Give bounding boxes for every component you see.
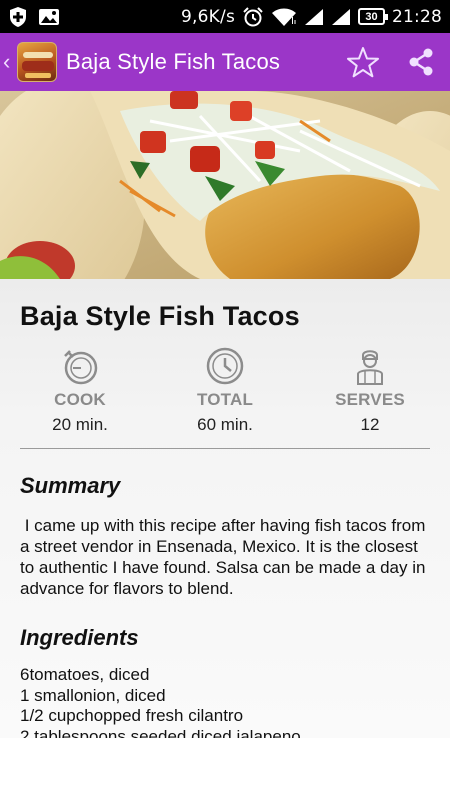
signal-icon-1 <box>304 8 324 26</box>
stat-label: TOTAL <box>196 390 254 409</box>
clock-time: 21:28 <box>392 6 442 27</box>
recipe-photo <box>0 91 450 279</box>
recipe-stats: COOK 20 min. TOTAL 60 min. SERVES 12 <box>20 346 430 446</box>
wifi-icon <box>271 7 297 27</box>
list-item: 1/2 cupchopped fresh cilantro <box>20 706 244 725</box>
person-icon <box>353 346 387 386</box>
list-item: 1 smallonion, diced <box>20 685 166 705</box>
ingredients-heading: Ingredients <box>20 625 139 650</box>
stat-total: TOTAL 60 min. <box>165 346 285 446</box>
clock-icon <box>205 346 245 386</box>
battery-icon: 30 <box>358 8 388 25</box>
ingredient-list: 6tomatoes, diced 1 smallonion, diced 1/2… <box>20 665 430 738</box>
network-speed: 9,6K/s <box>181 6 235 27</box>
share-icon <box>409 48 433 76</box>
stat-value: 60 min. <box>197 415 253 434</box>
list-item: 2 tablespoons seeded diced jalapeno <box>20 726 301 739</box>
alarm-icon <box>242 6 264 28</box>
stat-label: SERVES <box>335 390 405 409</box>
back-chevron-icon[interactable]: ‹ <box>3 51 15 73</box>
star-icon <box>347 47 379 78</box>
shield-plus-icon <box>8 6 28 28</box>
signal-icon-2 <box>331 8 351 26</box>
stat-cook: COOK 20 min. <box>20 346 140 446</box>
summary-text: I came up with this recipe after having … <box>20 516 431 598</box>
battery-level: 30 <box>365 10 378 23</box>
share-button[interactable] <box>392 33 450 91</box>
status-bar: 9,6K/s 30 21:28 <box>0 0 450 33</box>
list-item: 6tomatoes, diced <box>20 665 150 684</box>
stat-value: 20 min. <box>52 415 108 434</box>
stat-label: COOK <box>54 390 106 409</box>
recipe-content[interactable]: Baja Style Fish Tacos COOK 20 min. TOTAL… <box>0 279 450 738</box>
stat-value: 12 <box>360 415 380 434</box>
stat-serves: SERVES 12 <box>310 346 430 446</box>
stopwatch-icon <box>60 346 100 386</box>
summary-heading: Summary <box>20 473 121 498</box>
favorite-button[interactable] <box>334 33 392 91</box>
action-bar: ‹ Baja Style Fish Tacos <box>0 33 450 91</box>
app-logo[interactable] <box>17 42 57 82</box>
page-title: Baja Style Fish Tacos <box>66 49 281 74</box>
recipe-title: Baja Style Fish Tacos <box>20 301 300 331</box>
image-icon <box>38 7 60 27</box>
divider <box>20 448 430 449</box>
bottom-area <box>0 738 450 800</box>
